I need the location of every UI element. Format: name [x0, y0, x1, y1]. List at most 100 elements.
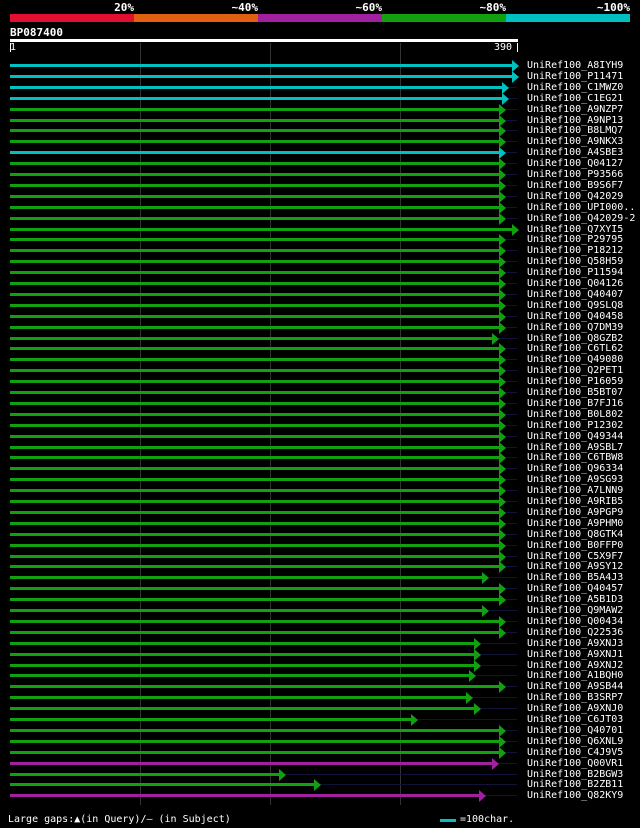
- hit-label[interactable]: UniRef100_B5A4J3: [527, 572, 623, 583]
- hit-label[interactable]: UniRef100_B8LMQ7: [527, 125, 623, 136]
- hit-label[interactable]: UniRef100_C1EG21: [527, 93, 623, 104]
- hit-alignment-segment[interactable]: [10, 293, 499, 296]
- hit-label[interactable]: UniRef100_Q7DM39: [527, 322, 623, 333]
- hit-alignment-segment[interactable]: [10, 369, 499, 372]
- hit-label[interactable]: UniRef100_A9XNJ3: [527, 638, 623, 649]
- hit-alignment-segment[interactable]: [10, 685, 499, 688]
- hit-label[interactable]: UniRef100_Q40701: [527, 725, 623, 736]
- hit-label[interactable]: UniRef100_C1MWZ0: [527, 82, 623, 93]
- hit-label[interactable]: UniRef100_Q82KY9: [527, 790, 623, 801]
- hit-alignment-segment[interactable]: [10, 664, 474, 667]
- hit-alignment-segment[interactable]: [10, 674, 469, 677]
- hit-label[interactable]: UniRef100_A9NZP7: [527, 104, 623, 115]
- hit-label[interactable]: UniRef100_A9PGP9: [527, 507, 623, 518]
- hit-label[interactable]: UniRef100_A9XNJ0: [527, 703, 623, 714]
- hit-alignment-segment[interactable]: [10, 729, 499, 732]
- hit-alignment-segment[interactable]: [10, 217, 499, 220]
- hit-alignment-segment[interactable]: [10, 282, 499, 285]
- hit-alignment-segment[interactable]: [10, 402, 499, 405]
- hit-alignment-segment[interactable]: [10, 642, 474, 645]
- hit-alignment-segment[interactable]: [10, 783, 314, 786]
- hit-label[interactable]: UniRef100_P18212: [527, 245, 623, 256]
- hit-label[interactable]: UniRef100_Q2PET1: [527, 365, 623, 376]
- hit-label[interactable]: UniRef100_C6TL62: [527, 343, 623, 354]
- hit-label[interactable]: UniRef100_P11471: [527, 71, 623, 82]
- hit-alignment-segment[interactable]: [10, 304, 499, 307]
- hit-alignment-segment[interactable]: [10, 315, 499, 318]
- hit-alignment-segment[interactable]: [10, 347, 499, 350]
- hit-alignment-segment[interactable]: [10, 206, 499, 209]
- hit-alignment-segment[interactable]: [10, 653, 474, 656]
- hit-label[interactable]: UniRef100_A9PHM0: [527, 518, 623, 529]
- hit-label[interactable]: UniRef100_Q00VR1: [527, 758, 623, 769]
- hit-label[interactable]: UniRef100_A4SBE3: [527, 147, 623, 158]
- hit-alignment-segment[interactable]: [10, 500, 499, 503]
- hit-label[interactable]: UniRef100_A5B1D3: [527, 594, 623, 605]
- hit-alignment-segment[interactable]: [10, 794, 479, 797]
- hit-alignment-segment[interactable]: [10, 565, 499, 568]
- hit-label[interactable]: UniRef100_Q04126: [527, 278, 623, 289]
- hit-alignment-segment[interactable]: [10, 184, 499, 187]
- hit-alignment-segment[interactable]: [10, 609, 482, 612]
- hit-label[interactable]: UniRef100_A9XNJ1: [527, 649, 623, 660]
- hit-alignment-segment[interactable]: [10, 544, 499, 547]
- hit-label[interactable]: UniRef100_A9SB44: [527, 681, 623, 692]
- hit-label[interactable]: UniRef100_Q00434: [527, 616, 623, 627]
- hit-label[interactable]: UniRef100_A9SG93: [527, 474, 623, 485]
- hit-alignment-segment[interactable]: [10, 576, 482, 579]
- hit-alignment-segment[interactable]: [10, 522, 499, 525]
- hit-alignment-segment[interactable]: [10, 762, 492, 765]
- hit-label[interactable]: UniRef100_Q8GTK4: [527, 529, 623, 540]
- hit-alignment-segment[interactable]: [10, 260, 499, 263]
- hit-label[interactable]: UniRef100_A9NKX3: [527, 136, 623, 147]
- hit-alignment-segment[interactable]: [10, 511, 499, 514]
- hit-label[interactable]: UniRef100_B0L802: [527, 409, 623, 420]
- hit-label[interactable]: UniRef100_B2ZB11: [527, 779, 623, 790]
- hit-alignment-segment[interactable]: [10, 86, 502, 89]
- hit-alignment-segment[interactable]: [10, 740, 499, 743]
- hit-alignment-segment[interactable]: [10, 598, 499, 601]
- hit-label[interactable]: UniRef100_P16059: [527, 376, 623, 387]
- hit-alignment-segment[interactable]: [10, 424, 499, 427]
- hit-alignment-segment[interactable]: [10, 108, 499, 111]
- hit-alignment-segment[interactable]: [10, 413, 499, 416]
- hit-alignment-segment[interactable]: [10, 162, 499, 165]
- hit-alignment-segment[interactable]: [10, 238, 499, 241]
- hit-alignment-segment[interactable]: [10, 773, 279, 776]
- hit-alignment-segment[interactable]: [10, 358, 499, 361]
- hit-alignment-segment[interactable]: [10, 249, 499, 252]
- hit-alignment-segment[interactable]: [10, 97, 502, 100]
- hit-alignment-segment[interactable]: [10, 478, 499, 481]
- hit-label[interactable]: UniRef100_A7LNN9: [527, 485, 623, 496]
- hit-label[interactable]: UniRef100_Q22536: [527, 627, 623, 638]
- hit-label[interactable]: UniRef100_Q49344: [527, 431, 623, 442]
- hit-alignment-segment[interactable]: [10, 391, 499, 394]
- hit-label[interactable]: UniRef100_C4J9V5: [527, 747, 623, 758]
- hit-label[interactable]: UniRef100_P12302: [527, 420, 623, 431]
- hit-label[interactable]: UniRef100_P11594: [527, 267, 623, 278]
- hit-alignment-segment[interactable]: [10, 631, 499, 634]
- hit-alignment-segment[interactable]: [10, 489, 499, 492]
- hit-label[interactable]: UniRef100_A8IYH9: [527, 60, 623, 71]
- hit-alignment-segment[interactable]: [10, 446, 499, 449]
- hit-label[interactable]: UniRef100_Q6XNL9: [527, 736, 623, 747]
- hit-label[interactable]: UniRef100_A9RIB5: [527, 496, 623, 507]
- hit-alignment-segment[interactable]: [10, 326, 499, 329]
- hit-label[interactable]: UniRef100_Q49080: [527, 354, 623, 365]
- hit-alignment-segment[interactable]: [10, 119, 499, 122]
- hit-alignment-segment[interactable]: [10, 380, 499, 383]
- hit-alignment-segment[interactable]: [10, 456, 499, 459]
- hit-alignment-segment[interactable]: [10, 151, 499, 154]
- hit-alignment-segment[interactable]: [10, 751, 499, 754]
- hit-label[interactable]: UniRef100_B7FJ16: [527, 398, 623, 409]
- hit-label[interactable]: UniRef100_B0FFP0: [527, 540, 623, 551]
- hit-label[interactable]: UniRef100_Q58H59: [527, 256, 623, 267]
- hit-alignment-segment[interactable]: [10, 337, 492, 340]
- hit-alignment-segment[interactable]: [10, 129, 499, 132]
- hit-alignment-segment[interactable]: [10, 707, 474, 710]
- hit-label[interactable]: UniRef100_Q40457: [527, 583, 623, 594]
- hit-alignment-segment[interactable]: [10, 696, 466, 699]
- hit-alignment-segment[interactable]: [10, 555, 499, 558]
- hit-alignment-segment[interactable]: [10, 140, 499, 143]
- hit-alignment-segment[interactable]: [10, 435, 499, 438]
